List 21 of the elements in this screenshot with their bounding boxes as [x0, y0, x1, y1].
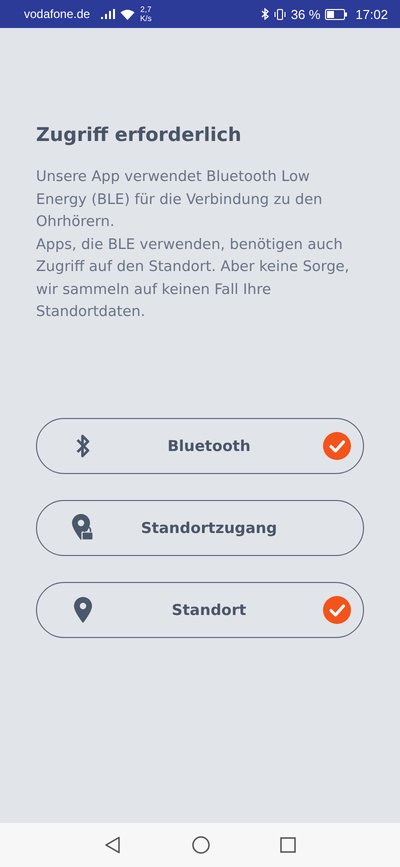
vibrate-icon — [274, 8, 286, 20]
speed-value: 2,7 — [140, 5, 152, 14]
description-paragraph: Apps, die BLE verwenden, benötigen auch Zugriff auf den Standort. Aber keine Sorge, wir sammeln auf keinen Fall Ihre Standortdaten. — [36, 236, 350, 322]
permission-button[interactable]: Bluetooth — [36, 418, 364, 474]
signal-icon — [101, 9, 116, 19]
bluetooth-icon — [260, 8, 269, 20]
battery-percent: 36 % — [290, 6, 320, 22]
permission-button[interactable]: Standort — [36, 582, 364, 638]
battery-icon — [325, 8, 348, 20]
carrier-name: vodafone.de — [24, 7, 90, 21]
page-title: Zugriff erforderlich — [36, 124, 242, 146]
recents-icon[interactable] — [280, 837, 296, 853]
permission-button[interactable]: Standortzugang — [36, 500, 364, 556]
clock: 17:02 — [355, 6, 388, 22]
location-lock-icon — [71, 514, 95, 541]
back-icon[interactable] — [104, 836, 122, 854]
speed-unit: K/s — [140, 14, 152, 23]
home-icon[interactable] — [192, 836, 210, 854]
description-paragraph: Unsere App verwendet Bluetooth Low Energy (BLE) für die Verbindung zu den Ohrhörern. — [36, 168, 324, 232]
location-pin-icon — [71, 596, 95, 622]
wifi-icon — [120, 8, 136, 20]
